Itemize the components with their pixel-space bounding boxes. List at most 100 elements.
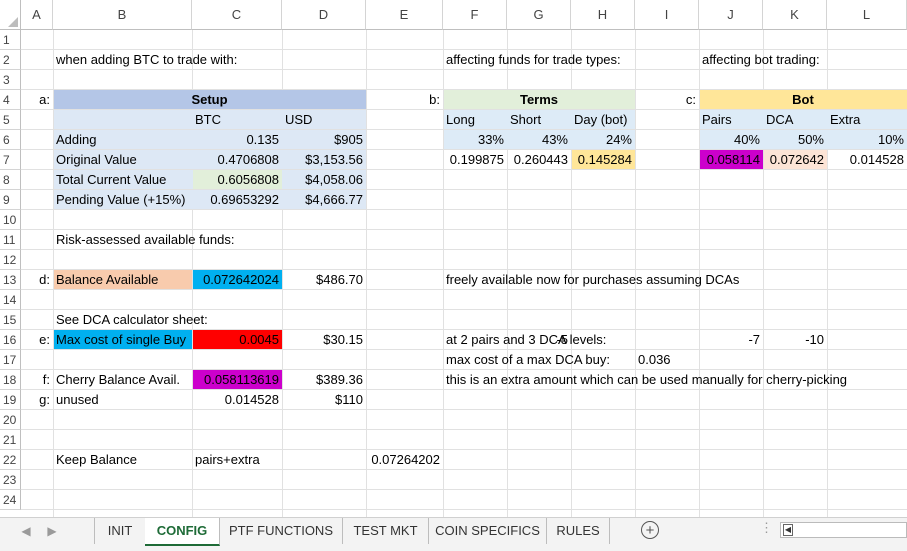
row-header-13[interactable]: 13 xyxy=(0,270,21,290)
cell-f6[interactable]: 33% xyxy=(443,130,507,150)
cell-d4[interactable]: b: xyxy=(366,90,443,110)
row-header-17[interactable]: 17 xyxy=(0,350,21,370)
horizontal-scrollbar[interactable]: ◀ xyxy=(780,522,907,538)
row-header-7[interactable]: 7 xyxy=(0,150,21,170)
row-header-16[interactable]: 16 xyxy=(0,330,21,350)
cell-h6[interactable]: 24% xyxy=(571,130,635,150)
column-header-f[interactable]: F xyxy=(443,0,507,30)
cell-h16[interactable]: -5 xyxy=(507,330,571,350)
row-header-18[interactable]: 18 xyxy=(0,370,21,390)
row-header-22[interactable]: 22 xyxy=(0,450,21,470)
cell-d9[interactable]: $4,666.77 xyxy=(282,190,366,210)
cell-k5[interactable]: DCA xyxy=(763,110,827,130)
cell-c19[interactable]: 0.014528 xyxy=(192,390,282,410)
row-header-12[interactable]: 12 xyxy=(0,250,21,270)
cell-f2[interactable]: affecting funds for trade types: xyxy=(443,50,621,70)
cell-b11[interactable]: Risk-assessed available funds: xyxy=(53,230,234,250)
tab-config[interactable]: CONFIG xyxy=(145,518,220,546)
cell-f18[interactable]: this is an extra amount which can be use… xyxy=(443,370,847,390)
cell-j7[interactable]: 0.058114 xyxy=(699,150,763,170)
cell-d7[interactable]: $3,153.56 xyxy=(282,150,366,170)
cell-b13[interactable]: Balance Available xyxy=(53,270,192,290)
row-header-21[interactable]: 21 xyxy=(0,430,21,450)
cell-c9[interactable]: 0.69653292 xyxy=(192,190,282,210)
add-sheet-icon[interactable]: + xyxy=(641,521,659,539)
column-header-e[interactable]: E xyxy=(366,0,443,30)
cell-l7[interactable]: 0.014528 xyxy=(827,150,907,170)
cell-e22[interactable]: 0.07264202 xyxy=(366,450,443,470)
cell-d8[interactable]: $4,058.06 xyxy=(282,170,366,190)
column-header-j[interactable]: J xyxy=(699,0,763,30)
scroll-left-icon[interactable]: ◀ xyxy=(18,522,34,540)
cell-f16[interactable]: at 2 pairs and 3 DCA levels: xyxy=(443,330,606,350)
cell-l5[interactable]: Extra xyxy=(827,110,907,130)
cell-j6[interactable]: 40% xyxy=(699,130,763,150)
column-header-h[interactable]: H xyxy=(571,0,635,30)
cell-c18[interactable]: 0.058113619 xyxy=(192,370,282,390)
cell-b18[interactable]: Cherry Balance Avail. xyxy=(53,370,192,390)
column-header-d[interactable]: D xyxy=(282,0,366,30)
tab-rules[interactable]: RULES xyxy=(547,518,610,544)
cell-b15[interactable]: See DCA calculator sheet: xyxy=(53,310,208,330)
cell-l6[interactable]: 10% xyxy=(827,130,907,150)
tab-init[interactable]: INIT xyxy=(94,518,146,544)
cell-a13[interactable]: d: xyxy=(21,270,53,290)
row-header-8[interactable]: 8 xyxy=(0,170,21,190)
cell-h7[interactable]: 0.145284 xyxy=(571,150,635,170)
cell-k6[interactable]: 50% xyxy=(763,130,827,150)
cell-b6[interactable]: Adding xyxy=(53,130,192,150)
cell-a16[interactable]: e: xyxy=(21,330,53,350)
cell-i17[interactable]: 0.036 xyxy=(635,350,699,370)
row-header-3[interactable]: 3 xyxy=(0,70,21,90)
tab-test-mkt[interactable]: TEST MKT xyxy=(343,518,429,544)
row-header-14[interactable]: 14 xyxy=(0,290,21,310)
column-header-c[interactable]: C xyxy=(192,0,282,30)
row-header-10[interactable]: 10 xyxy=(0,210,21,230)
cell-b7[interactable]: Original Value xyxy=(53,150,192,170)
column-header-b[interactable]: B xyxy=(53,0,192,30)
cell-d19[interactable]: $110 xyxy=(282,390,366,410)
cell-f17[interactable]: max cost of a max DCA buy: xyxy=(443,350,610,370)
row-header-15[interactable]: 15 xyxy=(0,310,21,330)
cell-g7[interactable]: 0.260443 xyxy=(507,150,571,170)
cell-c7[interactable]: 0.4706808 xyxy=(192,150,282,170)
row-header-5[interactable]: 5 xyxy=(0,110,21,130)
cell-c13[interactable]: 0.072642024 xyxy=(192,270,282,290)
cell-b9[interactable]: Pending Value (+15%) xyxy=(53,190,192,210)
scroll-right-icon[interactable]: ▶ xyxy=(44,522,60,540)
column-header-g[interactable]: G xyxy=(507,0,571,30)
cell-a18[interactable]: f: xyxy=(21,370,53,390)
cell-d13[interactable]: $486.70 xyxy=(282,270,366,290)
row-header-19[interactable]: 19 xyxy=(0,390,21,410)
row-header-9[interactable]: 9 xyxy=(0,190,21,210)
row-header-23[interactable]: 23 xyxy=(0,470,21,490)
cell-b19[interactable]: unused xyxy=(53,390,192,410)
cell-c5[interactable]: BTC xyxy=(192,110,282,130)
cell-f13[interactable]: freely available now for purchases assum… xyxy=(443,270,739,290)
select-all-corner[interactable] xyxy=(0,0,21,30)
cell-b16[interactable]: Max cost of single Buy xyxy=(53,330,192,350)
row-header-2[interactable]: 2 xyxy=(0,50,21,70)
tab-ptf-functions[interactable]: PTF FUNCTIONS xyxy=(220,518,343,544)
more-options-icon[interactable]: ⋮ xyxy=(760,520,773,536)
column-header-i[interactable]: I xyxy=(635,0,699,30)
cell-d18[interactable]: $389.36 xyxy=(282,370,366,390)
cell-k7[interactable]: 0.072642 xyxy=(763,150,827,170)
row-header-11[interactable]: 11 xyxy=(0,230,21,250)
cell-j16[interactable]: -7 xyxy=(699,330,763,350)
cell-d5[interactable]: USD xyxy=(282,110,366,130)
cell-b8[interactable]: Total Current Value xyxy=(53,170,192,190)
cell-f7[interactable]: 0.199875 xyxy=(443,150,507,170)
row-header-4[interactable]: 4 xyxy=(0,90,21,110)
cell-bot-header[interactable]: Bot xyxy=(699,90,907,110)
cell-b22[interactable]: Keep Balance xyxy=(53,450,192,470)
cell-setup-header[interactable]: Setup xyxy=(53,90,366,110)
cell-i4[interactable]: c: xyxy=(635,90,699,110)
cell-terms-header[interactable]: Terms xyxy=(443,90,635,110)
cell-a4[interactable]: a: xyxy=(21,90,53,110)
row-header-6[interactable]: 6 xyxy=(0,130,21,150)
cell-a19[interactable]: g: xyxy=(21,390,53,410)
row-header-1[interactable]: 1 xyxy=(0,30,21,50)
row-header-20[interactable]: 20 xyxy=(0,410,21,430)
cell-g6[interactable]: 43% xyxy=(507,130,571,150)
